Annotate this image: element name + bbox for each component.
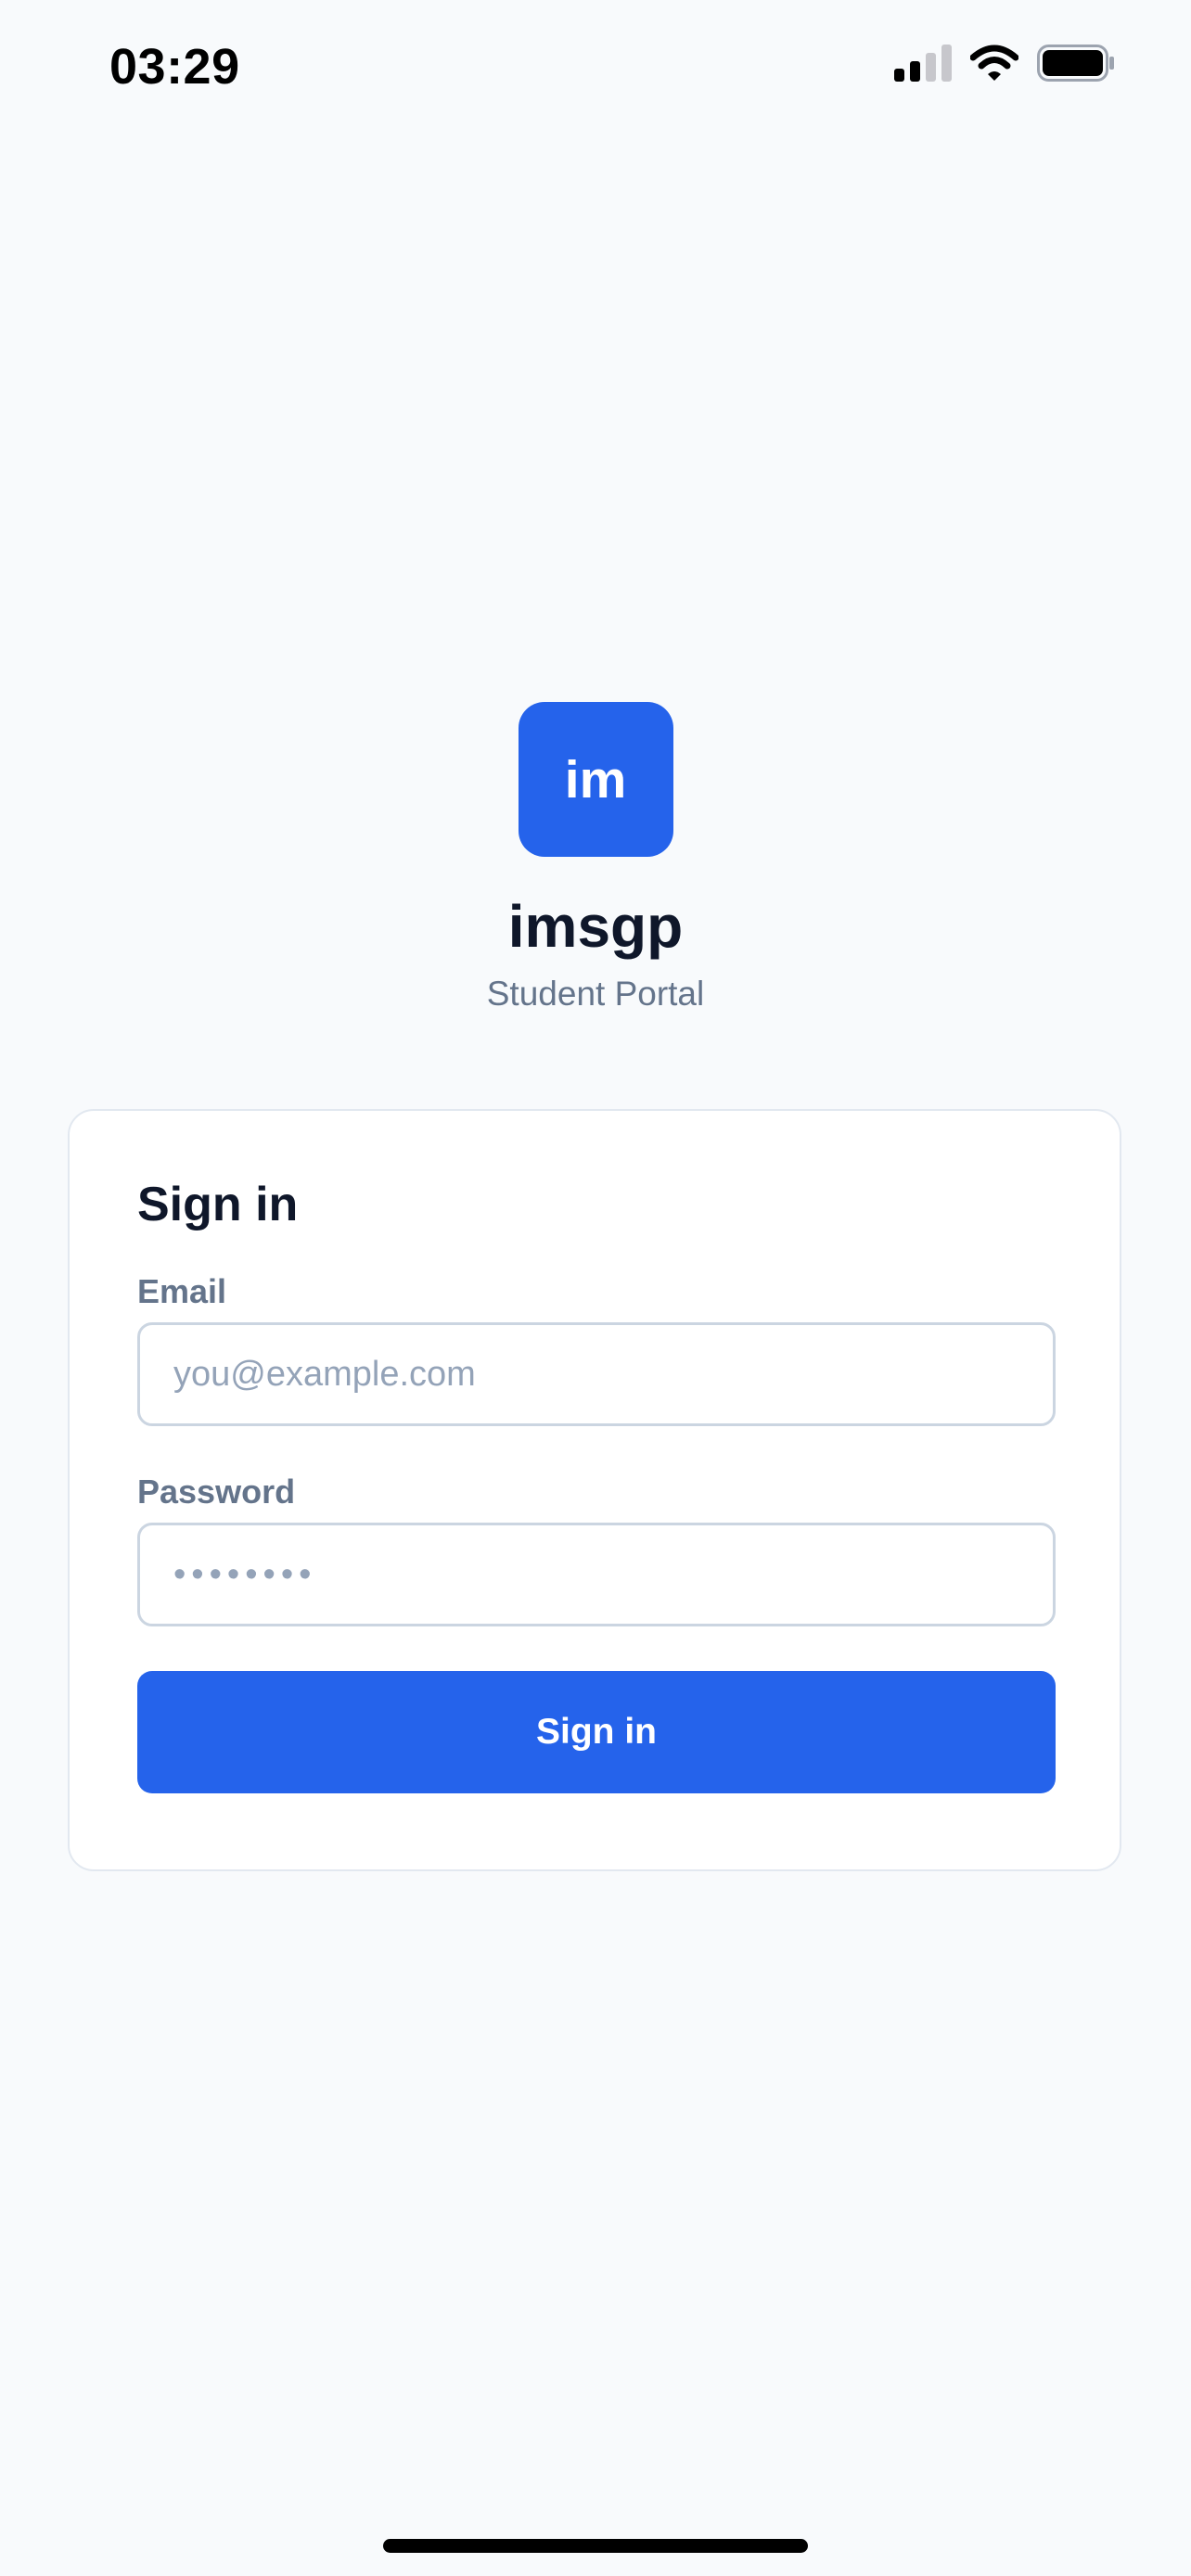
signin-button[interactable]: Sign in [137,1671,1056,1793]
app-logo-text: im [564,749,627,810]
home-indicator [383,2539,808,2553]
app-name: imsgp [507,893,684,960]
app-logo: im [518,702,673,857]
status-icons [894,45,1115,82]
status-bar: 03:29 [0,0,1191,139]
status-time: 03:29 [109,39,240,95]
wifi-icon [970,45,1018,82]
cellular-signal-icon [894,45,952,82]
email-label: Email [137,1272,227,1310]
password-field[interactable] [137,1523,1056,1626]
app-subtitle: Student Portal [486,975,705,1013]
brand-header: im imsgp Student Portal [0,702,1191,1014]
signin-card: Sign in Email Password Sign in [68,1109,1121,1871]
email-field[interactable] [137,1322,1056,1426]
battery-icon [1037,45,1115,82]
signin-title: Sign in [137,1178,299,1231]
password-label: Password [137,1473,296,1511]
